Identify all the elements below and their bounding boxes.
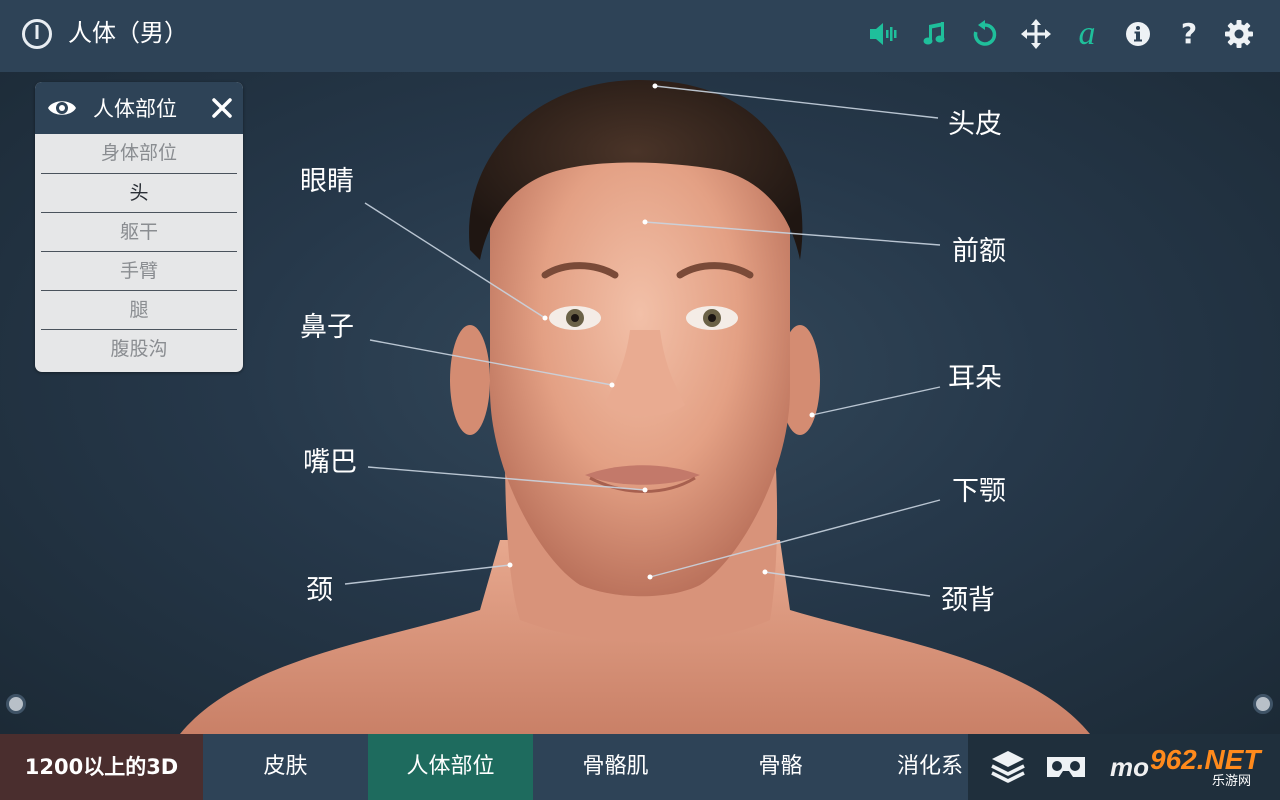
body-parts-panel: 人体部位 身体部位 头 躯干 手臂 腿 腹股沟 (35, 82, 243, 372)
music-note-icon[interactable] (916, 16, 952, 52)
label-nose[interactable]: 鼻子 (300, 312, 354, 344)
font-icon[interactable]: a (1069, 16, 1105, 52)
vr-headset-icon[interactable] (1043, 749, 1089, 785)
label-scalp[interactable]: 头皮 (948, 109, 1002, 141)
bottom-tab-bar: 1200以上的3D 皮肤 人体部位 骨骼肌 骨骼 消化系 mo 962.NET … (0, 734, 1280, 800)
watermark-logo: 962.NET (1150, 744, 1261, 775)
brand-label[interactable]: 1200以上的3D (0, 734, 203, 800)
top-bar: 人体（男） a ? (0, 0, 1280, 72)
label-jaw[interactable]: 下颚 (952, 476, 1006, 508)
right-nav-dot[interactable] (1253, 694, 1273, 714)
tab-skin[interactable]: 皮肤 (203, 734, 368, 800)
layers-icon[interactable] (988, 749, 1028, 785)
move-icon[interactable] (1018, 16, 1054, 52)
app-title: 人体（男） (68, 19, 188, 47)
panel-header: 人体部位 (35, 82, 243, 134)
left-nav-dot[interactable] (6, 694, 26, 714)
eye-icon[interactable] (47, 95, 77, 121)
panel-item-head[interactable]: 头 (41, 173, 237, 211)
label-mouth[interactable]: 嘴巴 (303, 447, 357, 479)
tab-body-parts[interactable]: 人体部位 (368, 734, 533, 800)
panel-item-leg[interactable]: 腿 (41, 290, 237, 328)
power-icon[interactable] (21, 18, 53, 50)
info-icon[interactable] (1120, 16, 1156, 52)
label-forehead[interactable]: 前额 (952, 236, 1006, 268)
label-back-of-neck[interactable]: 颈背 (941, 585, 995, 617)
label-eyes[interactable]: 眼睛 (300, 166, 354, 198)
panel-item-arm[interactable]: 手臂 (41, 251, 237, 289)
label-ear[interactable]: 耳朵 (948, 363, 1002, 395)
panel-item-groin[interactable]: 腹股沟 (41, 329, 237, 367)
label-neck[interactable]: 颈 (306, 575, 333, 607)
rotate-icon[interactable] (967, 16, 1003, 52)
watermark-prefix: mo (1110, 752, 1149, 782)
tab-digestive[interactable]: 消化系 (863, 734, 968, 800)
tab-skeleton[interactable]: 骨骼 (698, 734, 863, 800)
panel-title: 人体部位 (93, 97, 177, 121)
speaker-icon[interactable] (865, 16, 901, 52)
gear-icon[interactable] (1221, 16, 1257, 52)
panel-item-torso[interactable]: 躯干 (41, 212, 237, 250)
watermark-subtitle: 乐游网 (1212, 774, 1252, 789)
tab-skeletal-muscle[interactable]: 骨骼肌 (533, 734, 698, 800)
close-icon[interactable] (209, 95, 235, 121)
panel-item-body-parts[interactable]: 身体部位 (41, 134, 237, 172)
help-icon[interactable]: ? (1171, 16, 1207, 52)
